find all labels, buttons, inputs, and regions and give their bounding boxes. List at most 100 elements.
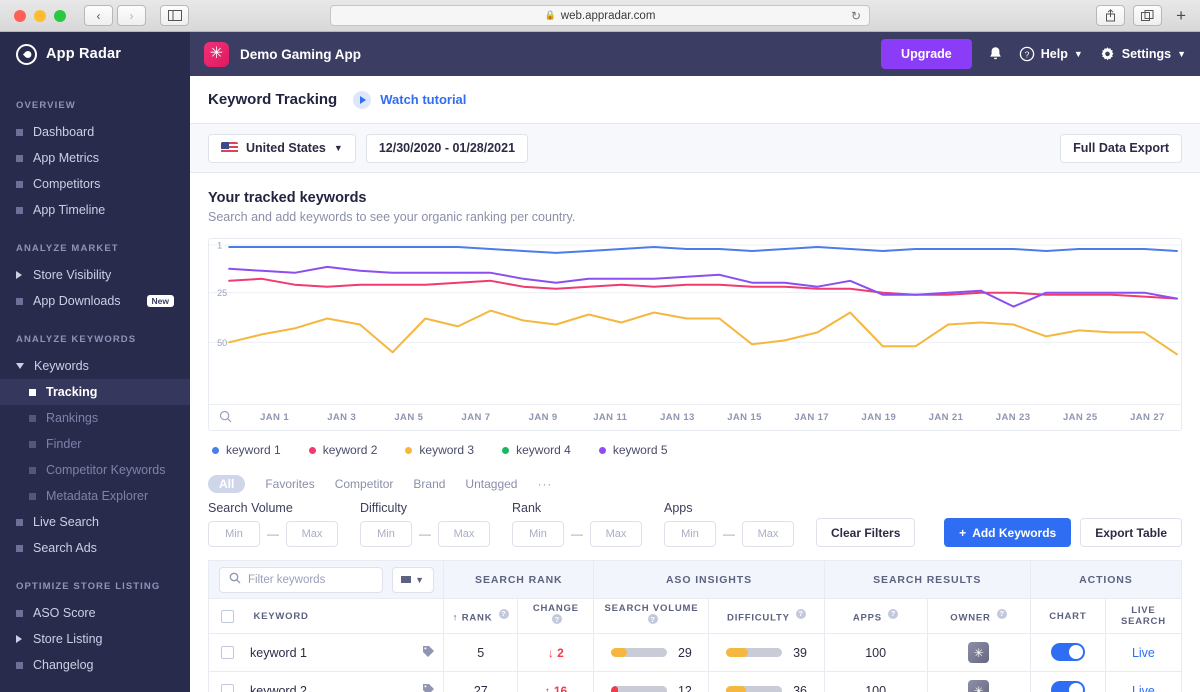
range-filter-apps: Apps — <box>664 501 794 547</box>
add-keywords-button[interactable]: + Add Keywords <box>944 518 1072 547</box>
apps-min-input[interactable] <box>664 521 716 547</box>
chevron-down-icon: ▼ <box>333 143 343 153</box>
full-data-export-button[interactable]: Full Data Export <box>1060 133 1182 163</box>
owner-app-icon[interactable]: ✳ <box>968 642 990 663</box>
chart-toggle[interactable] <box>1050 643 1085 661</box>
sidebar-item-metadata-explorer[interactable]: Metadata Explorer <box>0 483 190 509</box>
forward-icon[interactable]: › <box>117 5 146 26</box>
sidebar-item-aso-score[interactable]: ASO Score <box>0 600 190 626</box>
row-checkbox[interactable] <box>221 684 234 692</box>
help-icon[interactable]: ? <box>888 608 899 619</box>
sidebar-item-finder[interactable]: Finder <box>0 431 190 457</box>
brand[interactable]: App Radar <box>0 32 190 76</box>
sidebar-item-app-timeline[interactable]: App Timeline <box>0 197 190 223</box>
search-volume-max-input[interactable] <box>286 521 338 547</box>
sidebar-item-keywords[interactable]: Keywords <box>0 353 190 379</box>
tag-icon[interactable] <box>422 645 435 661</box>
search-input[interactable] <box>248 573 373 586</box>
row-checkbox[interactable] <box>221 646 234 659</box>
export-table-button[interactable]: Export Table <box>1080 518 1182 547</box>
table-row[interactable]: keyword 1 5 ↓ 2 29 39 100 ✳ Live <box>207 633 1183 672</box>
column-change[interactable]: CHANGE ? <box>517 598 595 634</box>
country-selector[interactable]: United States ▼ <box>208 133 356 163</box>
bullet-icon <box>16 154 23 162</box>
date-range-selector[interactable]: 12/30/2020 - 01/28/2021 <box>365 133 529 163</box>
column-owner[interactable]: OWNER ? <box>926 598 1031 634</box>
sidebar-item-app-downloads[interactable]: App Downloads New <box>0 288 190 314</box>
difficulty-min-input[interactable] <box>360 521 412 547</box>
live-search-link[interactable]: Live <box>1132 684 1155 692</box>
bullet-icon <box>29 414 36 422</box>
help-icon[interactable]: ? <box>796 608 807 619</box>
tag-filter-favorites[interactable]: Favorites <box>265 477 314 491</box>
filter-keywords-search[interactable] <box>219 566 383 593</box>
close-window-button[interactable] <box>14 9 26 22</box>
column-apps[interactable]: APPS ? <box>823 598 928 634</box>
back-icon[interactable]: ‹ <box>84 5 113 26</box>
sidebar-item-competitor-keywords[interactable]: Competitor Keywords <box>0 457 190 483</box>
legend-item[interactable]: keyword 3 <box>405 443 474 457</box>
help-icon[interactable]: ? <box>647 614 658 625</box>
help-icon[interactable]: ? <box>997 608 1008 619</box>
sidebar-item-label: Changelog <box>33 658 94 672</box>
share-icon[interactable] <box>1096 5 1126 26</box>
rank-max-input[interactable] <box>590 521 642 547</box>
chart-x-tick: JAN 23 <box>995 412 1031 423</box>
sidebar-item-rankings[interactable]: Rankings <box>0 405 190 431</box>
sidebar-item-app-metrics[interactable]: App Metrics <box>0 145 190 171</box>
sidebar-toggle-icon[interactable] <box>160 5 189 26</box>
reload-icon[interactable]: ↻ <box>851 9 861 23</box>
legend-item[interactable]: keyword 2 <box>308 443 377 457</box>
apps-max-input[interactable] <box>742 521 794 547</box>
sidebar-item-store-listing[interactable]: Store Listing <box>0 626 190 652</box>
search-volume-min-input[interactable] <box>208 521 260 547</box>
owner-app-icon[interactable]: ✳ <box>968 680 990 692</box>
tag-filter-untagged[interactable]: Untagged <box>465 477 517 491</box>
address-bar[interactable]: 🔒 web.appradar.com ↻ <box>330 5 870 26</box>
maximize-window-button[interactable] <box>54 9 66 22</box>
select-all-checkbox[interactable] <box>221 609 234 623</box>
column-difficulty-label: DIFFICULTY <box>727 612 790 624</box>
tabs-icon[interactable] <box>1133 5 1163 26</box>
column-rank[interactable]: ↑ RANK ? <box>443 598 519 634</box>
minimize-window-button[interactable] <box>34 9 46 22</box>
sidebar-item-store-visibility[interactable]: Store Visibility <box>0 262 190 288</box>
legend-item[interactable]: keyword 1 <box>212 443 281 457</box>
cell-change: ↓ 2 <box>517 633 595 672</box>
column-difficulty[interactable]: DIFFICULTY ? <box>708 598 825 634</box>
column-filter-button[interactable]: ▼ <box>392 566 434 593</box>
legend-item[interactable]: keyword 4 <box>502 443 571 457</box>
sidebar-item-tracking[interactable]: Tracking <box>0 379 190 405</box>
help-menu[interactable]: ? Help ▼ <box>1019 46 1083 62</box>
bullet-icon <box>16 128 23 136</box>
settings-menu[interactable]: Settings ▼ <box>1099 46 1186 63</box>
tag-icon[interactable] <box>422 683 435 692</box>
upgrade-button[interactable]: Upgrade <box>881 39 972 69</box>
tag-filter-competitor[interactable]: Competitor <box>335 477 394 491</box>
tag-filter-all[interactable]: All <box>208 475 246 493</box>
difficulty-max-input[interactable] <box>438 521 490 547</box>
zoom-magnifier-icon[interactable] <box>219 410 241 426</box>
tag-filter-brand[interactable]: Brand <box>413 477 445 491</box>
clear-filters-button[interactable]: Clear Filters <box>816 518 916 547</box>
new-tab-icon[interactable]: + <box>1170 6 1192 26</box>
sidebar-item-search-ads[interactable]: Search Ads <box>0 535 190 561</box>
rank-min-input[interactable] <box>512 521 564 547</box>
live-search-link[interactable]: Live <box>1132 646 1155 660</box>
table-row[interactable]: keyword 2 27 ↑ 16 12 36 100 ✳ Live <box>207 671 1183 692</box>
watch-tutorial-link[interactable]: Watch tutorial <box>353 90 466 109</box>
help-icon[interactable]: ? <box>498 608 509 619</box>
ranking-chart[interactable]: 1 25 50 <box>209 239 1181 404</box>
chart-x-tick: JAN 25 <box>1062 412 1098 423</box>
sidebar-item-changelog[interactable]: Changelog <box>0 652 190 678</box>
sidebar-item-dashboard[interactable]: Dashboard <box>0 119 190 145</box>
sidebar-item-live-search[interactable]: Live Search <box>0 509 190 535</box>
legend-item[interactable]: keyword 5 <box>598 443 668 457</box>
column-keyword[interactable]: KEYWORD <box>207 598 445 634</box>
tag-filter-more-icon[interactable]: ··· <box>537 477 552 491</box>
chart-toggle[interactable] <box>1050 681 1085 692</box>
notification-bell-icon[interactable] <box>988 46 1003 62</box>
sidebar-item-competitors[interactable]: Competitors <box>0 171 190 197</box>
help-icon[interactable]: ? <box>552 614 563 625</box>
column-search-volume[interactable]: SEARCH VOLUME ? <box>593 598 710 634</box>
